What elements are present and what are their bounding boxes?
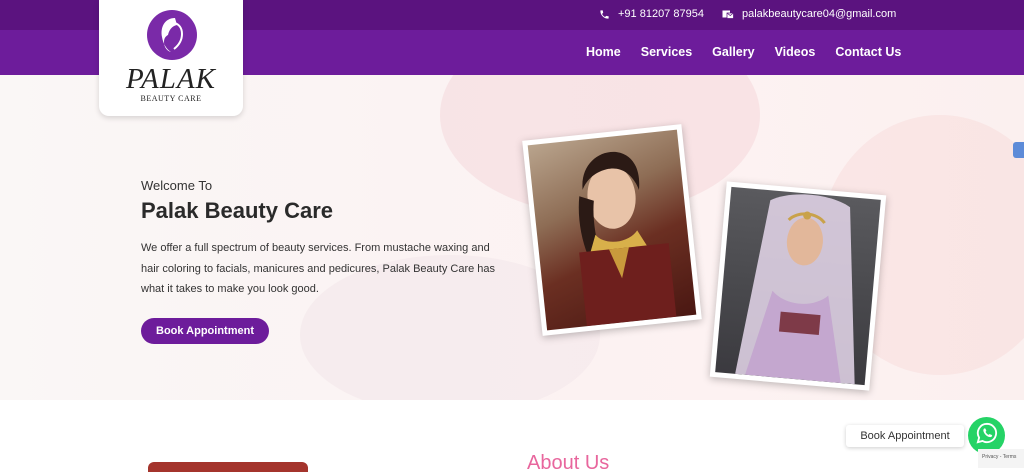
primary-nav: Home Services Gallery Videos Contact Us	[586, 45, 901, 59]
about-title: About Us	[527, 452, 610, 474]
nav-services[interactable]: Services	[641, 45, 692, 59]
translate-icon[interactable]	[1013, 142, 1024, 158]
mail-icon	[722, 9, 734, 20]
phone-number: +91 81207 87954	[618, 8, 704, 20]
book-appointment-button[interactable]: Book Appointment	[141, 318, 269, 344]
hero-title: Palak Beauty Care	[141, 198, 333, 223]
woman-silhouette-icon	[147, 10, 197, 60]
bridal-photo-1	[522, 124, 702, 336]
hero-description: We offer a full spectrum of beauty servi…	[141, 242, 496, 295]
recaptcha-badge[interactable]: Privacy - Terms	[978, 449, 1024, 468]
nav-gallery[interactable]: Gallery	[712, 45, 754, 59]
nav-videos[interactable]: Videos	[775, 45, 816, 59]
about-image	[148, 462, 308, 472]
whatsapp-icon	[976, 422, 998, 449]
logo-wordmark: PALAK	[126, 63, 216, 95]
hero-welcome: Welcome To	[141, 178, 213, 193]
email-contact[interactable]: palakbeautycare04@gmail.com	[722, 8, 896, 20]
whatsapp-book-label[interactable]: Book Appointment	[846, 425, 964, 447]
bridal-photo-2	[709, 181, 887, 391]
phone-icon	[599, 9, 610, 20]
recaptcha-text: Privacy - Terms	[982, 454, 1017, 460]
email-address: palakbeautycare04@gmail.com	[742, 8, 897, 20]
nav-contact-us[interactable]: Contact Us	[835, 45, 901, 59]
site-logo[interactable]: PALAK BEAUTY CARE	[99, 0, 243, 116]
nav-home[interactable]: Home	[586, 45, 621, 59]
phone-contact[interactable]: +91 81207 87954	[599, 8, 704, 20]
logo-subtitle: BEAUTY CARE	[140, 94, 202, 103]
